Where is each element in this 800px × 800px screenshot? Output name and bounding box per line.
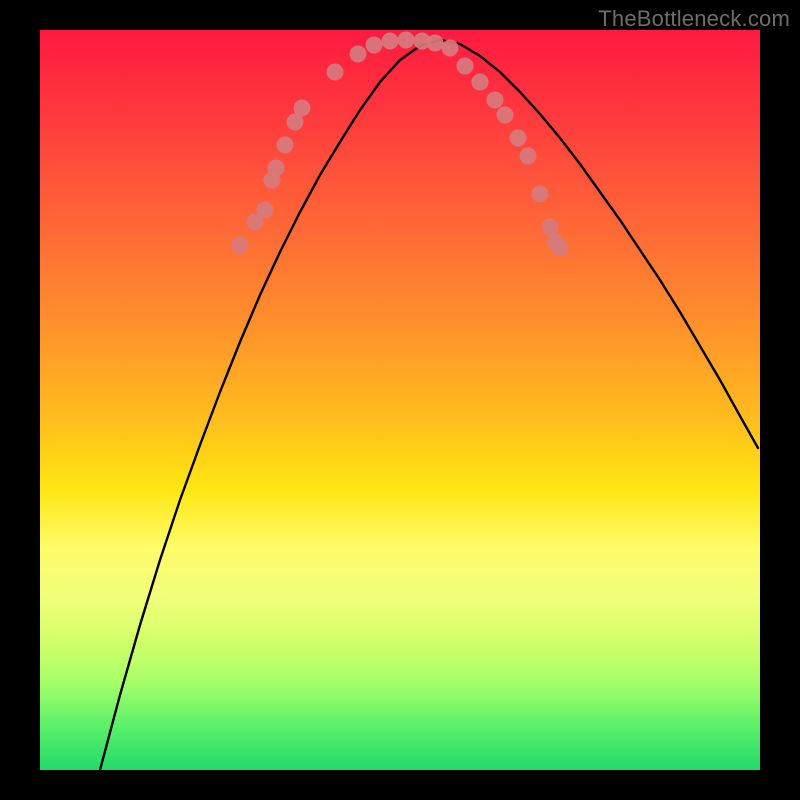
scatter-dot [294,100,311,117]
chart-svg [40,30,760,770]
scatter-dot [487,92,504,109]
scatter-dot [497,107,514,124]
scatter-dot [542,219,559,236]
scatter-dot [457,58,474,75]
scatter-dot [532,186,549,203]
scatter-dot [520,148,537,165]
scatter-dot [232,237,249,254]
scatter-dot [382,33,399,50]
scatter-dot [427,35,444,52]
scatter-dot [366,37,383,54]
scatter-dot [442,40,459,57]
chart-frame: TheBottleneck.com [0,0,800,800]
plot-area [40,30,760,770]
scatter-dot [472,74,489,91]
watermark-text: TheBottleneck.com [598,6,790,32]
scatter-dot [277,137,294,154]
scatter-dot [327,64,344,81]
scatter-dot [510,130,527,147]
scatter-dot [398,32,415,49]
scatter-dot [350,46,367,63]
scatter-dot [268,160,285,177]
curve-line [100,40,758,770]
scatter-dot [257,202,274,219]
scatter-dots [232,32,569,257]
scatter-dot [552,240,569,257]
